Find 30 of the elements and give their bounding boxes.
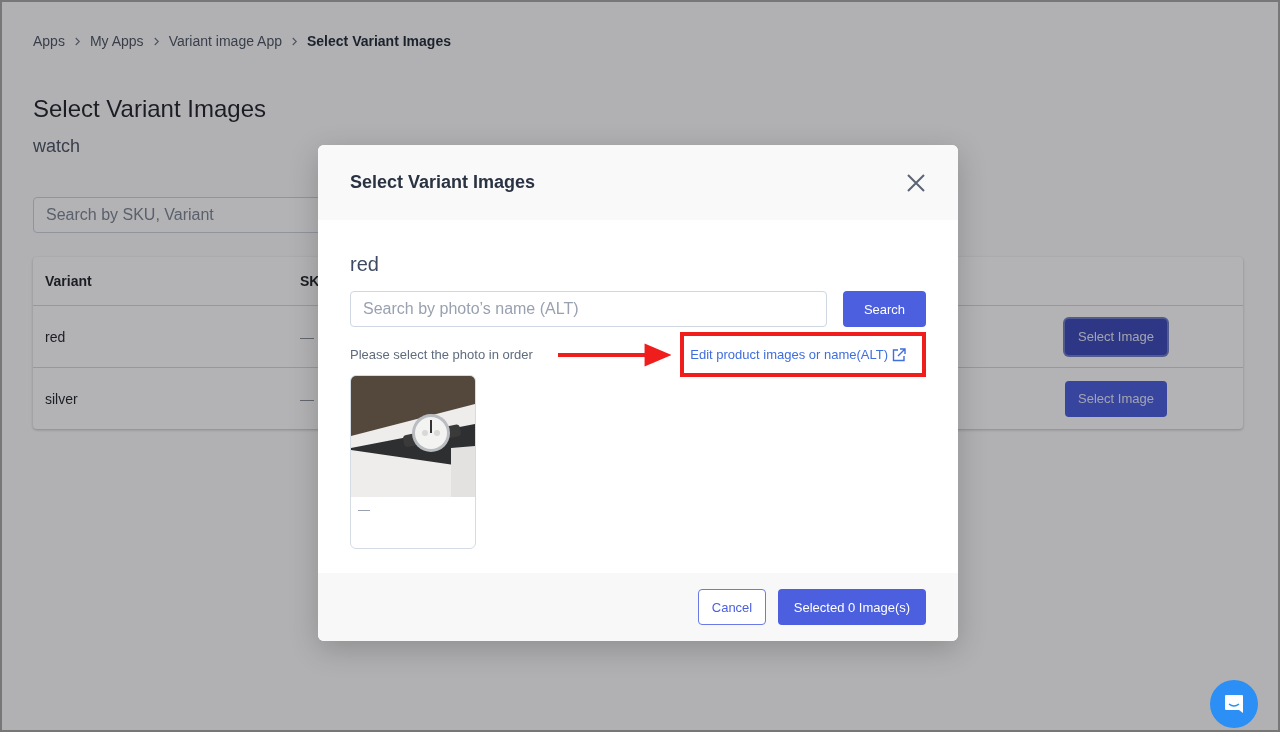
breadcrumb-link[interactable]: Variant image App: [168, 33, 282, 49]
column-header: SK: [300, 273, 321, 289]
confirm-button[interactable]: Selected 0 Image(s): [778, 589, 926, 625]
modal-title: Select Variant Images: [350, 172, 536, 193]
external-link-icon: [892, 347, 906, 362]
variant-name: red: [350, 252, 380, 276]
table-cell-text: —: [300, 390, 315, 407]
photo-caption: —: [357, 502, 371, 519]
breadcrumb-current: Select Variant Images: [307, 33, 451, 49]
page-title: Select Variant Images: [33, 94, 267, 124]
edit-images-link[interactable]: Edit product images or name(ALT): [690, 347, 906, 362]
select-image-button[interactable]: Select Image: [1065, 318, 1167, 355]
table-cell-text: —: [300, 328, 315, 345]
chevron-icon: [73, 36, 81, 46]
table-cell-text: red: [45, 328, 67, 345]
table-cell-text: silver: [45, 390, 79, 407]
chevron-icon: [291, 36, 298, 46]
page-subtitle: watch: [33, 135, 82, 157]
breadcrumb-link[interactable]: Apps: [33, 33, 65, 49]
chevron-icon: [152, 36, 160, 46]
cancel-button[interactable]: Cancel: [698, 589, 766, 625]
breadcrumb-link[interactable]: My Apps: [89, 33, 144, 49]
close-icon[interactable]: [906, 172, 926, 193]
chat-icon[interactable]: [1210, 680, 1258, 728]
select-image-button[interactable]: Select Image: [1065, 380, 1167, 417]
photo-card[interactable]: —: [350, 375, 476, 549]
hint-text: Please select the photo in order: [350, 347, 534, 362]
search-field[interactable]: Search by photo’s name (ALT): [350, 291, 827, 327]
search-button[interactable]: Search: [843, 291, 926, 327]
column-header: Variant: [45, 273, 93, 289]
